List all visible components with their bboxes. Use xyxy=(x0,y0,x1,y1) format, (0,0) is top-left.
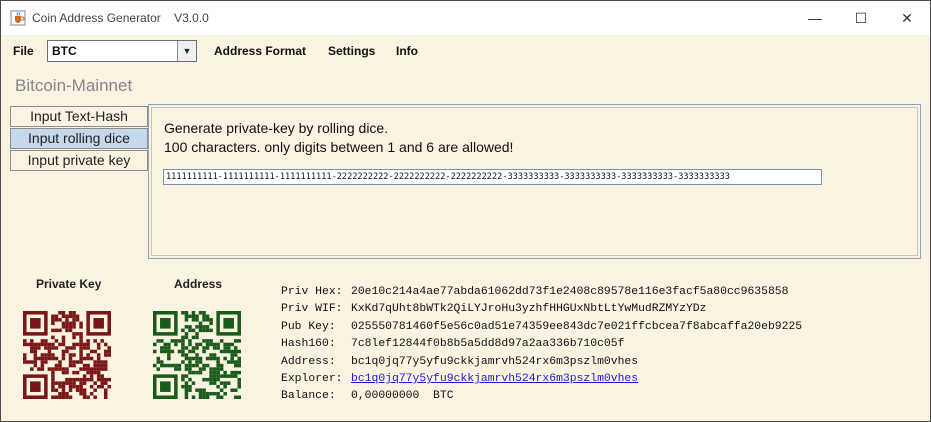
menu-address-format[interactable]: Address Format xyxy=(214,44,306,58)
address-row: Address: bc1q0jq77y5yfu9ckkjamrvh524rx6m3… xyxy=(281,354,802,371)
key-info-block: Priv Hex: 20e10c214a4ae77abda61062dd73f1e… xyxy=(281,284,802,406)
window-title: Coin Address Generator V3.0.0 xyxy=(32,11,209,25)
address-label: Address: xyxy=(281,355,336,368)
title-bar: Coin Address Generator V3.0.0 — ☐ ✕ xyxy=(1,1,930,35)
balance-value: 0,00000000 xyxy=(351,390,420,403)
coin-select[interactable]: BTC ▼ xyxy=(47,40,197,62)
coin-select-value: BTC xyxy=(52,44,77,58)
pub-key-label: Pub Key: xyxy=(281,320,336,333)
dice-instruction-line2: 100 characters. only digits between 1 an… xyxy=(164,139,514,155)
dice-panel-inner: Generate private-key by rolling dice. 10… xyxy=(151,107,918,256)
close-button[interactable]: ✕ xyxy=(884,1,930,35)
priv-hex-label: Priv Hex: xyxy=(281,286,343,298)
priv-hex-row: Priv Hex: 20e10c214a4ae77abda61062dd73f1e… xyxy=(281,284,802,301)
address-value: bc1q0jq77y5yfu9ckkjamrvh524rx6m3pszlm0vh… xyxy=(351,355,639,368)
private-key-qr-label: Private Key xyxy=(36,277,102,291)
tab-input-text-hash[interactable]: Input Text-Hash xyxy=(10,106,148,127)
menu-file[interactable]: File xyxy=(13,44,34,58)
tab-input-rolling-dice[interactable]: Input rolling dice xyxy=(10,128,148,149)
java-coffee-icon xyxy=(10,10,26,26)
priv-wif-label: Priv WIF: xyxy=(281,303,343,316)
balance-label: Balance: xyxy=(281,390,336,403)
pub-key-row: Pub Key: 025550781460f5e56c0ad51e74359ee8… xyxy=(281,319,802,336)
app-window: Coin Address Generator V3.0.0 — ☐ ✕ File… xyxy=(0,0,931,422)
maximize-button[interactable]: ☐ xyxy=(838,1,884,35)
minimize-button[interactable]: — xyxy=(792,1,838,35)
hash160-label: Hash160: xyxy=(281,338,336,351)
balance-unit: BTC xyxy=(433,390,454,403)
hash160-row: Hash160: 7c8lef12844f0b8b5a5dd8d97a2aa336… xyxy=(281,336,802,353)
priv-wif-row: Priv WIF: KxKd7qUht8bWTk2QiLYJroHu3yzhfHH… xyxy=(281,301,802,318)
explorer-link[interactable]: bc1q0jq77y5yfu9ckkjamrvh524rx6m3pszlm0vh… xyxy=(351,373,638,385)
pub-key-value: 025550781460f5e56c0ad51e74359ee843dc7e02… xyxy=(351,320,803,333)
priv-hex-value: 20e10c214a4ae77abda61062dd73f1e2408c8957… xyxy=(351,286,789,298)
menu-info[interactable]: Info xyxy=(396,44,418,58)
address-qr-label: Address xyxy=(174,277,223,291)
dice-input-field[interactable]: 1111111111-1111111111-1111111111-2222222… xyxy=(163,169,822,185)
tab-input-private-key[interactable]: Input private key xyxy=(10,150,148,171)
explorer-label: Explorer: xyxy=(281,372,343,385)
priv-wif-value: KxKd7qUht8bWTk2QiLYJroHu3yzhfHHGUxNbtLtY… xyxy=(351,303,707,316)
hash160-value: 7c8lef12844f0b8b5a5dd8d97a2aa336b710c05f xyxy=(351,338,625,351)
dice-instruction-line1: Generate private-key by rolling dice. xyxy=(164,120,389,136)
menu-bar: File BTC ▼ Address Format Settings Info xyxy=(1,37,930,65)
network-label: Bitcoin-Mainnet xyxy=(15,76,133,95)
address-qr-code xyxy=(153,311,241,399)
menu-settings[interactable]: Settings xyxy=(328,44,375,58)
chevron-down-icon[interactable]: ▼ xyxy=(177,41,196,61)
dice-panel: Generate private-key by rolling dice. 10… xyxy=(148,104,921,259)
balance-row: Balance: 0,00000000 BTC xyxy=(281,388,802,405)
private-key-qr-code xyxy=(23,311,111,399)
explorer-row: Explorer: bc1q0jq77y5yfu9ckkjamrvh524rx6m… xyxy=(281,371,802,388)
